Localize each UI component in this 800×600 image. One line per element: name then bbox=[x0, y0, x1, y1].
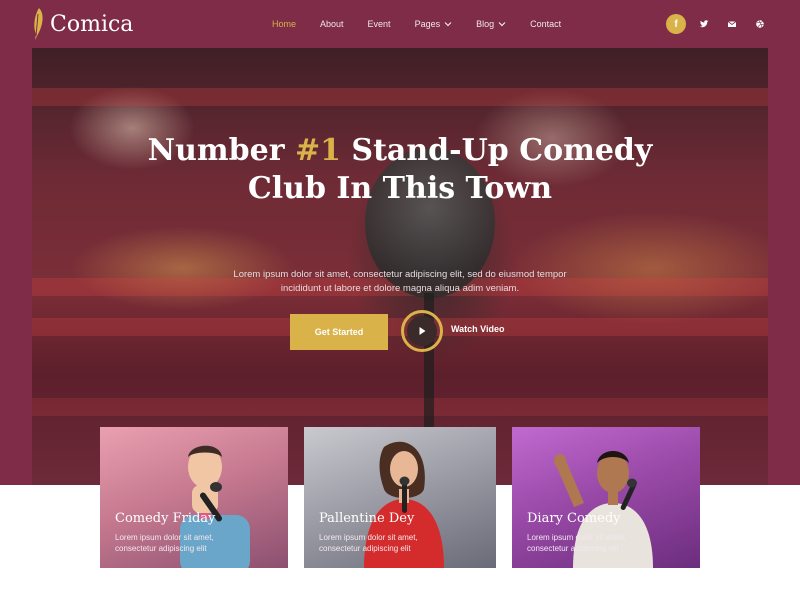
card-description-line2: consectetur adipiscing elit bbox=[527, 544, 619, 553]
brand-name: Comica bbox=[50, 11, 134, 37]
hero-description: Lorem ipsum dolor sit amet, consectetur … bbox=[200, 268, 600, 296]
twitter-bird-icon bbox=[699, 20, 709, 28]
nav-item-label: Contact bbox=[530, 19, 562, 29]
stage-light-stripe bbox=[32, 88, 768, 106]
nav-item-label: About bbox=[320, 19, 344, 29]
card-title: Comedy Friday bbox=[115, 511, 216, 526]
site-header: Comica Home About Event Pages Blog Conta… bbox=[0, 0, 800, 48]
stage-light-stripe bbox=[32, 318, 768, 336]
main-nav: Home About Event Pages Blog Contact bbox=[272, 16, 585, 32]
get-started-button[interactable]: Get Started bbox=[290, 314, 388, 350]
chevron-down-icon bbox=[444, 22, 452, 27]
card-description: Lorem ipsum dolor sit amet, consectetur … bbox=[319, 532, 459, 554]
play-video-button[interactable] bbox=[401, 310, 443, 352]
play-icon bbox=[419, 327, 426, 335]
facebook-glyph: f bbox=[674, 18, 678, 30]
nav-item-label: Blog bbox=[476, 19, 495, 29]
event-card-pallentine-dey[interactable]: Pallentine Dey Lorem ipsum dolor sit ame… bbox=[304, 427, 496, 568]
hero-description-line2: incididunt ut labore et dolore magna ali… bbox=[280, 283, 520, 294]
nav-item-about[interactable]: About bbox=[320, 19, 344, 29]
social-links: f bbox=[666, 14, 770, 34]
dribbble-icon[interactable] bbox=[750, 14, 770, 34]
nav-item-event[interactable]: Event bbox=[368, 19, 391, 29]
card-title: Pallentine Dey bbox=[319, 511, 415, 526]
envelope-icon bbox=[727, 21, 737, 27]
nav-item-pages[interactable]: Pages bbox=[415, 19, 453, 29]
facebook-icon[interactable]: f bbox=[666, 14, 686, 34]
hero-title: Number #1 Stand-Up Comedy Club In This T… bbox=[0, 132, 800, 208]
nav-item-label: Home bbox=[272, 19, 297, 29]
stage-light-stripe bbox=[32, 398, 768, 416]
hero-title-line1-rest: Stand-Up Comedy bbox=[340, 133, 653, 168]
card-description-line1: Lorem ipsum dolor sit amet, bbox=[527, 533, 626, 542]
play-button-inner bbox=[407, 316, 437, 346]
nav-item-label: Event bbox=[367, 19, 391, 29]
watch-video-link[interactable]: Watch Video bbox=[451, 324, 505, 334]
mail-icon[interactable] bbox=[722, 14, 742, 34]
dribbble-ball-icon bbox=[756, 20, 764, 28]
card-description: Lorem ipsum dolor sit amet, consectetur … bbox=[115, 532, 255, 554]
card-description-line2: consectetur adipiscing elit bbox=[319, 544, 411, 553]
card-description-line1: Lorem ipsum dolor sit amet, bbox=[115, 533, 214, 542]
nav-item-blog[interactable]: Blog bbox=[476, 19, 506, 29]
event-card-comedy-friday[interactable]: Comedy Friday Lorem ipsum dolor sit amet… bbox=[100, 427, 288, 568]
nav-item-contact[interactable]: Contact bbox=[530, 19, 561, 29]
card-description-line1: Lorem ipsum dolor sit amet, bbox=[319, 533, 418, 542]
nav-item-label: Pages bbox=[414, 19, 441, 29]
twitter-icon[interactable] bbox=[694, 14, 714, 34]
chevron-down-icon bbox=[498, 22, 506, 27]
hero-description-line1: Lorem ipsum dolor sit amet, consectetur … bbox=[233, 269, 567, 280]
hero-title-highlight: #1 bbox=[294, 133, 341, 168]
hero-title-line2: Club In This Town bbox=[247, 171, 553, 206]
hero-banner bbox=[32, 48, 768, 485]
logo[interactable]: Comica bbox=[30, 6, 133, 42]
hero-title-prefix: Number bbox=[147, 133, 295, 168]
card-description: Lorem ipsum dolor sit amet, consectetur … bbox=[527, 532, 667, 554]
feather-logo-icon bbox=[34, 8, 43, 40]
card-description-line2: consectetur adipiscing elit bbox=[115, 544, 207, 553]
card-title: Diary Comedy bbox=[527, 511, 621, 526]
nav-item-home[interactable]: Home bbox=[272, 19, 296, 29]
event-card-diary-comedy[interactable]: Diary Comedy Lorem ipsum dolor sit amet,… bbox=[512, 427, 700, 568]
